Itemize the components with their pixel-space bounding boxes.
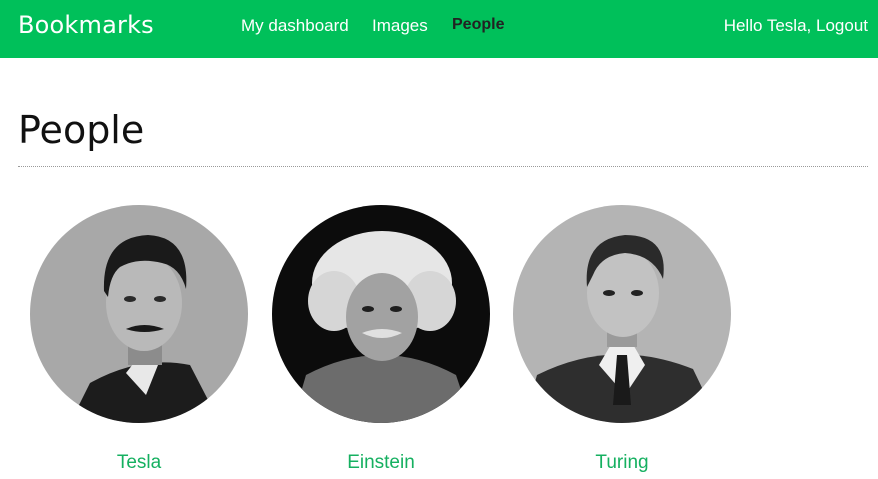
top-nav-bar: Bookmarks My dashboard Images People Hel… [0,0,878,58]
nav-people[interactable]: People [452,16,504,34]
person-photo-einstein[interactable] [272,205,490,423]
nav-images[interactable]: Images [372,16,428,36]
user-area: Hello Tesla, Logout [724,16,868,36]
person-card: Tesla [30,205,248,473]
person-name-link[interactable]: Turing [513,452,731,474]
logo[interactable]: Bookmarks [18,11,154,39]
person-card: Einstein [272,205,490,473]
person-photo-turing[interactable] [513,205,731,423]
person-card: Turing [513,205,731,473]
person-name-link[interactable]: Einstein [272,452,490,474]
page-title: People [18,108,145,152]
greeting-text: Hello Tesla, [723,16,812,35]
nav-my-dashboard[interactable]: My dashboard [241,16,349,36]
person-name-link[interactable]: Tesla [30,452,248,474]
title-divider [18,166,868,167]
logout-link[interactable]: Logout [816,16,868,35]
person-photo-tesla[interactable] [30,205,248,423]
